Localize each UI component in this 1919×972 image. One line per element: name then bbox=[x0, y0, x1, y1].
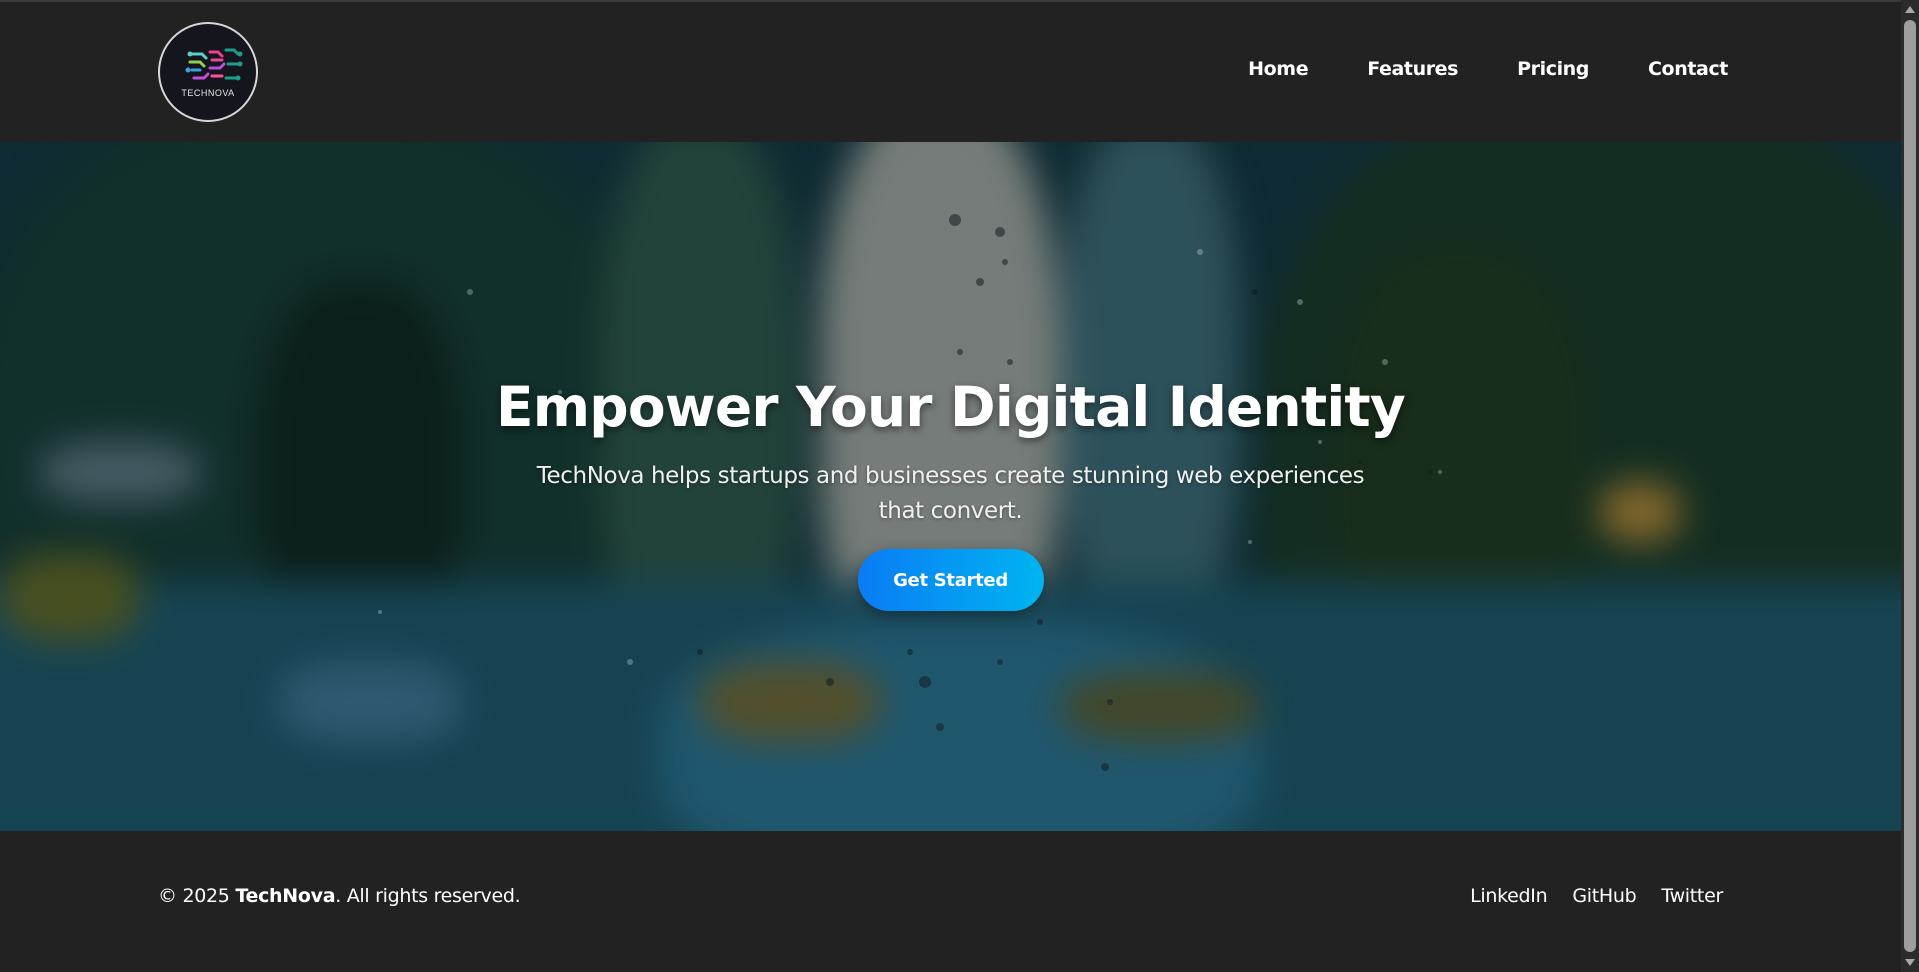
vertical-scrollbar[interactable] bbox=[1901, 0, 1919, 972]
nav-home[interactable]: Home bbox=[1248, 58, 1308, 80]
logo[interactable]: TECHNOVA bbox=[158, 22, 258, 122]
footer-brand: TechNova bbox=[235, 885, 336, 907]
site-footer: © 2025 TechNova. All rights reserved. Li… bbox=[0, 831, 1901, 972]
site-header: TECHNOVA Home Features Pricing Contact bbox=[0, 2, 1901, 142]
main-nav: Home Features Pricing Contact bbox=[1248, 58, 1728, 80]
nav-pricing[interactable]: Pricing bbox=[1517, 58, 1589, 80]
scroll-down-arrow-icon[interactable] bbox=[1905, 959, 1915, 966]
get-started-button[interactable]: Get Started bbox=[857, 549, 1044, 611]
circuit-brain-logo-icon bbox=[185, 48, 243, 81]
hero-subtitle: TechNova helps startups and businesses c… bbox=[536, 463, 1365, 524]
twitter-link[interactable]: Twitter bbox=[1661, 885, 1723, 907]
copyright-suffix: . All rights reserved. bbox=[335, 885, 521, 907]
nav-features[interactable]: Features bbox=[1367, 58, 1458, 80]
hero-content: Empower Your Digital Identity TechNova h… bbox=[0, 375, 1901, 611]
page: TECHNOVA Home Features Pricing Contact E… bbox=[0, 0, 1919, 972]
scroll-up-arrow-icon[interactable] bbox=[1905, 6, 1915, 13]
logo-text: TECHNOVA bbox=[181, 88, 235, 98]
hero-section: Empower Your Digital Identity TechNova h… bbox=[0, 142, 1901, 831]
nav-contact[interactable]: Contact bbox=[1648, 58, 1728, 80]
social-links: LinkedIn GitHub Twitter bbox=[1470, 885, 1723, 907]
hero-title: Empower Your Digital Identity bbox=[496, 375, 1406, 439]
copyright-prefix: © 2025 bbox=[158, 885, 236, 907]
github-link[interactable]: GitHub bbox=[1572, 885, 1636, 907]
copyright: © 2025 TechNova. All rights reserved. bbox=[158, 885, 521, 907]
linkedin-link[interactable]: LinkedIn bbox=[1470, 885, 1548, 907]
scroll-thumb[interactable] bbox=[1904, 20, 1916, 952]
